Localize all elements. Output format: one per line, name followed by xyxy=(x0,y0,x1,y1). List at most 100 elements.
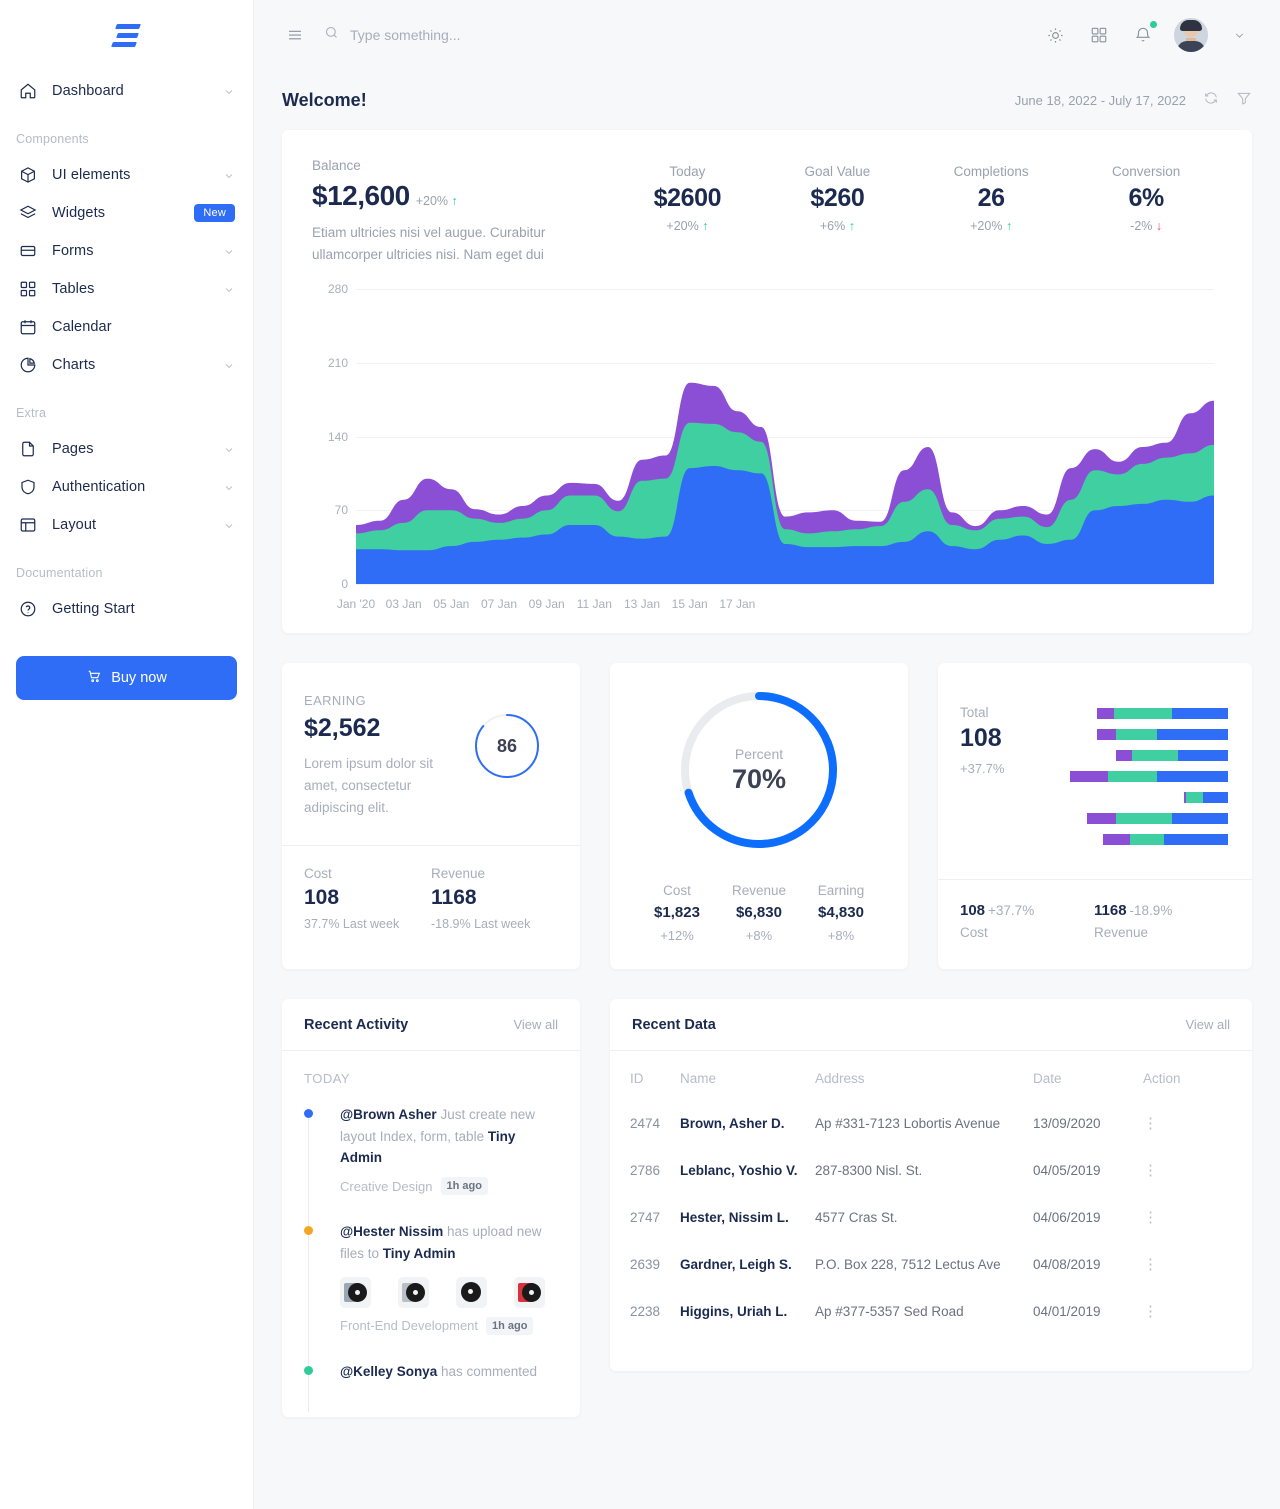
earning-caption: EARNING xyxy=(304,693,367,709)
brand-logo-icon xyxy=(110,23,144,49)
bar-segment-purple xyxy=(1097,729,1116,741)
chevron-down-icon[interactable] xyxy=(223,359,235,371)
sidebar-item-ui-elements[interactable]: UI elements xyxy=(0,156,253,194)
footer-label: Revenue xyxy=(731,883,787,899)
app-root: Dashboard Components UI elements Widgets… xyxy=(0,0,1280,1509)
footer-sub: 37.7% Last week xyxy=(304,916,400,931)
footer-sub: +12% xyxy=(660,928,694,944)
column-header-date: Date xyxy=(1033,1071,1062,1087)
sidebar-item-label: Tables xyxy=(52,281,95,297)
thumbnail-image[interactable] xyxy=(456,1276,487,1308)
chevron-down-icon[interactable] xyxy=(223,443,235,455)
table-row[interactable]: 2786 Leblanc, Yoshio V. 287-8300 Nisl. St.… xyxy=(610,1147,1252,1194)
sidebar-item-layout[interactable]: Layout xyxy=(0,506,253,544)
kpi-value: $260 xyxy=(810,184,865,212)
bar-segment-blue xyxy=(1156,771,1228,783)
grid-apps-icon[interactable] xyxy=(1086,22,1112,48)
page-title: Welcome! xyxy=(282,89,367,110)
chevron-down-icon[interactable] xyxy=(223,283,235,295)
chevron-down-icon[interactable] xyxy=(223,169,235,181)
kpi-value: 26 xyxy=(977,184,1005,212)
form-icon xyxy=(18,241,38,261)
activity-text: @Kelley Sonya has commented xyxy=(340,1363,538,1379)
hamburger-icon[interactable] xyxy=(282,22,308,48)
sidebar-item-getting-start[interactable]: Getting Start xyxy=(0,590,253,628)
footer-label: Revenue xyxy=(1094,925,1149,941)
bar-segment-green xyxy=(1132,750,1179,762)
chevron-down-icon[interactable] xyxy=(223,245,235,257)
sidebar-item-label: Forms xyxy=(52,243,94,259)
calendar-icon xyxy=(18,317,38,337)
bar-segment-green xyxy=(1115,813,1172,825)
total-sub: +37.7% xyxy=(960,761,1005,777)
table-row[interactable]: 2238 Higgins, Uriah L. Ap #377-5357 Sed Ro… xyxy=(610,1288,1252,1335)
sidebar: Dashboard Components UI elements Widgets… xyxy=(0,0,254,1509)
buy-now-button[interactable]: Buy now xyxy=(16,656,237,700)
table-row[interactable]: 2639 Gardner, Leigh S. P.O. Box 228, 7512 … xyxy=(610,1241,1252,1288)
balance-block: Balance $12,600 +20% ↑ Etiam ultricies n… xyxy=(312,158,612,265)
sidebar-item-pages[interactable]: Pages xyxy=(0,430,253,468)
bar-row xyxy=(1070,834,1228,846)
logo[interactable] xyxy=(0,0,253,72)
cell-id: 2474 xyxy=(630,1116,661,1132)
cell-id: 2238 xyxy=(630,1304,661,1320)
bar-segment-blue xyxy=(1171,708,1228,720)
percent-footer: Cost $1,823 +12% Revenue $6,830 +8% Earn… xyxy=(610,883,908,943)
percent-footer-cost: Cost $1,823 +12% xyxy=(636,883,718,943)
table-row[interactable]: 2474 Brown, Asher D. Ap #331-7123 Lobortis… xyxy=(610,1100,1252,1147)
kpi-today: Today $2600 +20% ↑ xyxy=(654,164,722,233)
sidebar-section-components: Components xyxy=(16,132,89,146)
chevron-down-icon[interactable] xyxy=(223,481,235,493)
sidebar-item-calendar[interactable]: Calendar xyxy=(0,308,253,346)
chart-x-axis: Jan '20 03 Jan 05 Jan 07 Jan 09 Jan 11 Jan 13 … xyxy=(337,589,1214,615)
bar-segment-green xyxy=(1115,729,1158,741)
sun-icon[interactable] xyxy=(1042,22,1068,48)
sidebar-item-charts[interactable]: Charts xyxy=(0,346,253,384)
activity-text: @Hester Nissim has upload new files to T… xyxy=(340,1224,542,1261)
sidebar-item-dashboard[interactable]: Dashboard xyxy=(0,72,253,110)
sidebar-item-authentication[interactable]: Authentication xyxy=(0,468,253,506)
chart-x-tick: 03 Jan xyxy=(385,597,422,612)
kebab-menu-icon[interactable]: ⋮ xyxy=(1143,1256,1158,1273)
kebab-menu-icon[interactable]: ⋮ xyxy=(1143,1303,1158,1320)
sidebar-item-forms[interactable]: Forms xyxy=(0,232,253,270)
sidebar-section-documentation: Documentation xyxy=(16,566,103,580)
chevron-down-icon[interactable] xyxy=(223,85,235,97)
kebab-menu-icon[interactable]: ⋮ xyxy=(1143,1162,1158,1179)
user-avatar[interactable] xyxy=(1174,18,1208,52)
percent-gauge: Percent 70% xyxy=(676,687,842,853)
recent-data-view-all[interactable]: View all xyxy=(1185,1017,1230,1032)
recent-activity-title: Recent Activity xyxy=(304,1016,409,1033)
balance-label: Balance xyxy=(312,158,361,173)
search-box[interactable] xyxy=(324,25,1026,45)
home-icon xyxy=(18,81,38,101)
chevron-down-icon[interactable] xyxy=(223,519,235,531)
recent-activity-view-all[interactable]: View all xyxy=(513,1017,558,1032)
activity-item: @Brown Asher Just create new layout Inde… xyxy=(304,1104,558,1196)
thumbnail-image[interactable] xyxy=(340,1276,371,1308)
bar-segment-green xyxy=(1130,834,1164,846)
search-input[interactable] xyxy=(350,27,670,43)
refresh-icon[interactable] xyxy=(1203,90,1219,111)
total-bar-chart xyxy=(1069,705,1228,846)
page-header-actions: June 18, 2022 - July 17, 2022 xyxy=(1015,90,1252,111)
chart-y-axis: 0 70 140 210 280 xyxy=(312,282,356,591)
column-header-id: ID xyxy=(630,1071,644,1087)
bell-icon[interactable] xyxy=(1130,21,1157,48)
sidebar-item-tables[interactable]: Tables xyxy=(0,270,253,308)
kpi-delta: +6% ↑ xyxy=(819,219,855,233)
kebab-menu-icon[interactable]: ⋮ xyxy=(1143,1115,1158,1132)
avatar-chevron-down-icon[interactable] xyxy=(1226,22,1252,48)
chart-x-tick: 05 Jan xyxy=(433,597,470,612)
activity-thumbnails xyxy=(340,1276,558,1308)
sidebar-item-widgets[interactable]: Widgets New xyxy=(0,194,253,232)
thumbnail-image[interactable] xyxy=(398,1276,429,1308)
thumbnail-image[interactable] xyxy=(514,1276,545,1308)
filter-icon[interactable] xyxy=(1236,90,1252,111)
kpi-goal-value: Goal Value $260 +6% ↑ xyxy=(805,164,871,233)
kebab-menu-icon[interactable]: ⋮ xyxy=(1143,1209,1158,1226)
footer-value: 108 xyxy=(960,902,986,920)
cell-id: 2639 xyxy=(630,1257,661,1273)
table-row[interactable]: 2747 Hester, Nissim L. 4577 Cras St. 04/06/… xyxy=(610,1194,1252,1241)
kpi-conversion: Conversion 6% -2% ↓ xyxy=(1112,164,1180,233)
